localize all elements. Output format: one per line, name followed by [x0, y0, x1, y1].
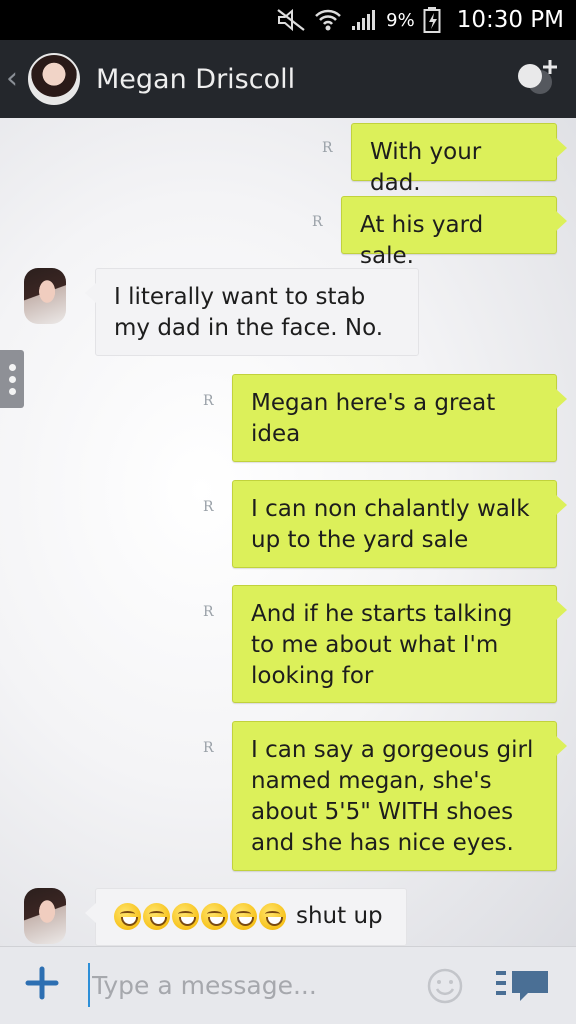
message-bubble-outgoing[interactable]: At his yard sale.	[341, 196, 567, 269]
message-bubble-incoming[interactable]: shut up	[85, 888, 407, 946]
message-text: Megan here's a great idea	[251, 390, 496, 447]
mute-icon	[277, 8, 305, 32]
message-text: shut up	[296, 903, 383, 929]
battery-percent: 9%	[386, 9, 415, 31]
message-text: I can say a gorgeous girl named megan, s…	[251, 737, 534, 856]
message-input[interactable]	[88, 963, 414, 1007]
laughing-emoji-icon	[201, 903, 228, 930]
message-text: I literally want to stab my dad in the f…	[114, 284, 384, 341]
wifi-icon	[315, 9, 342, 31]
message-text: With your dad.	[370, 139, 482, 196]
composer-bar	[0, 946, 576, 1024]
contact-avatar-small[interactable]	[24, 268, 66, 324]
handle-dot	[8, 363, 16, 371]
message-text: I can non chalantly walk up to the yard …	[251, 496, 530, 553]
laughing-emoji-group	[114, 903, 286, 930]
message-text: And if he starts talking to me about wha…	[251, 601, 513, 689]
read-receipt-icon: R	[203, 740, 214, 756]
status-bar: 9% 10:30 PM	[0, 0, 576, 40]
status-icons: 9% 10:30 PM	[276, 0, 564, 40]
laughing-emoji-icon	[114, 903, 141, 930]
handle-dot	[8, 387, 16, 395]
read-receipt-icon: R	[322, 140, 333, 156]
battery-charging-icon	[423, 7, 441, 33]
add-participant-icon[interactable]	[514, 58, 558, 98]
drawer-handle[interactable]	[0, 350, 24, 408]
message-bubble-outgoing[interactable]: I can non chalantly walk up to the yard …	[232, 480, 567, 568]
read-receipt-icon: R	[203, 499, 214, 515]
message-bubble-outgoing[interactable]: I can say a gorgeous girl named megan, s…	[232, 721, 567, 871]
message-bubble-incoming[interactable]: I literally want to stab my dad in the f…	[85, 268, 419, 356]
conversation-header: ‹ Megan Driscoll	[0, 40, 576, 118]
contact-name[interactable]: Megan Driscoll	[96, 64, 295, 95]
read-receipt-icon: R	[312, 214, 323, 230]
clock: 10:30 PM	[456, 7, 564, 33]
message-bubble-outgoing[interactable]: With your dad.	[351, 123, 567, 196]
smiley-icon[interactable]	[426, 967, 464, 1005]
quick-reply-icon[interactable]	[494, 967, 552, 1005]
signal-icon	[352, 10, 376, 30]
handle-dot	[8, 375, 16, 383]
laughing-emoji-icon	[259, 903, 286, 930]
laughing-emoji-icon	[172, 903, 199, 930]
message-list[interactable]: R With your dad. R At his yard sale. I l…	[0, 118, 576, 946]
contact-avatar-small[interactable]	[24, 888, 66, 944]
message-text: At his yard sale.	[360, 212, 484, 269]
laughing-emoji-icon	[230, 903, 257, 930]
laughing-emoji-icon	[143, 903, 170, 930]
attach-plus-icon[interactable]	[24, 965, 60, 1001]
read-receipt-icon: R	[203, 604, 214, 620]
message-bubble-outgoing[interactable]: Megan here's a great idea	[232, 374, 567, 462]
read-receipt-icon: R	[203, 393, 214, 409]
message-bubble-outgoing[interactable]: And if he starts talking to me about wha…	[232, 585, 567, 703]
contact-avatar[interactable]	[28, 53, 80, 105]
back-chevron-icon[interactable]: ‹	[6, 64, 24, 94]
